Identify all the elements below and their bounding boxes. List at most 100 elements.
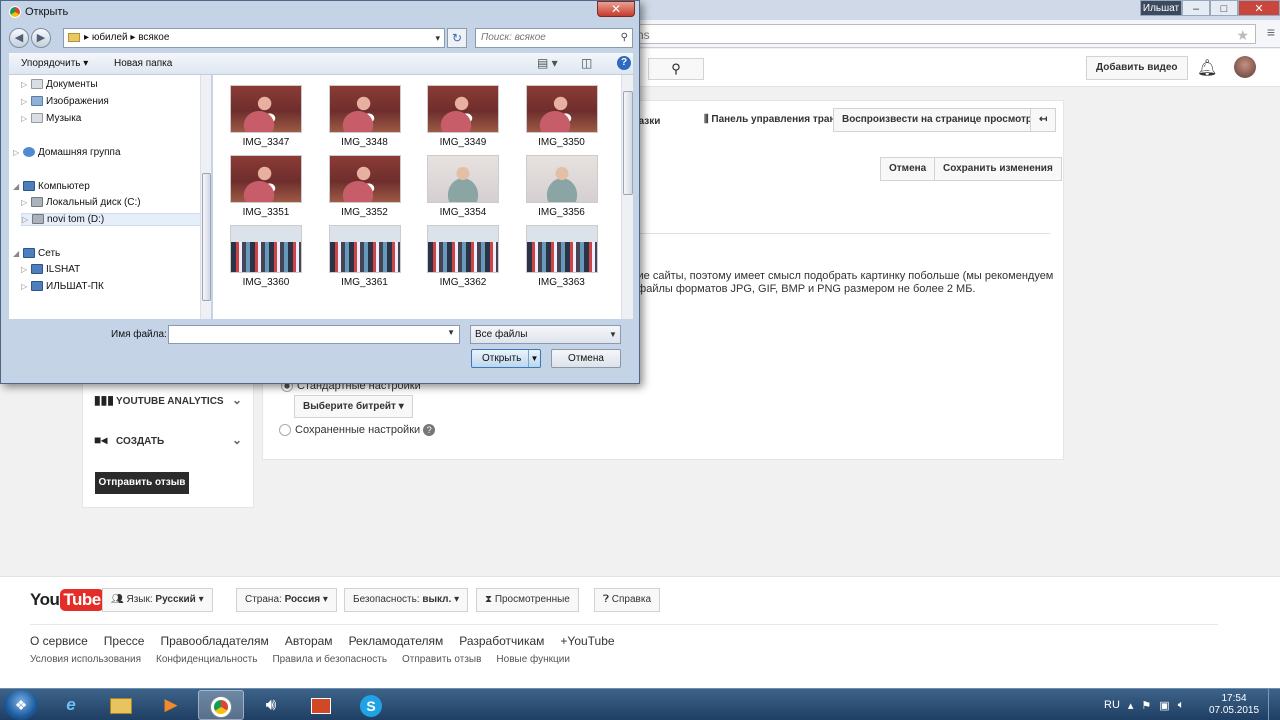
footer-link[interactable]: Отправить отзыв <box>402 654 481 665</box>
tree-item-drive-d[interactable]: ▷ novi tom (D:) <box>21 213 207 226</box>
footer-link[interactable]: Конфиденциальность <box>156 654 257 665</box>
file-item[interactable]: IMG_3350 <box>522 85 602 148</box>
ie-icon[interactable]: e <box>48 690 94 720</box>
presentation-icon[interactable] <box>298 690 344 720</box>
menu-icon[interactable]: ≡ <box>1267 24 1275 40</box>
footer-link[interactable]: Авторам <box>285 634 333 648</box>
tree-item-ilshat-pc[interactable]: ▷ ИЛЬШАТ-ПК <box>21 281 104 292</box>
language-button[interactable]: 👥︎ Язык: Русский ▾ <box>102 588 213 612</box>
save-changes-button[interactable]: Сохранить изменения <box>934 157 1062 181</box>
file-item[interactable]: IMG_3362 <box>423 225 503 288</box>
file-item[interactable]: IMG_3360 <box>226 225 306 288</box>
footer-link[interactable]: Условия использования <box>30 654 141 665</box>
cancel-button[interactable]: Отмена <box>880 157 936 181</box>
explorer-icon[interactable] <box>98 690 144 720</box>
footer-link[interactable]: Рекламодателям <box>349 634 444 648</box>
tree-item-documents[interactable]: ▷ Документы <box>21 79 98 90</box>
minimize-button[interactable]: – <box>1182 0 1210 16</box>
add-video-button[interactable]: Добавить видео <box>1086 56 1188 80</box>
footer-link[interactable]: Новые функции <box>496 654 570 665</box>
file-item[interactable]: IMG_3356 <box>522 155 602 218</box>
file-item[interactable]: IMG_3363 <box>522 225 602 288</box>
history-button[interactable]: ⧗ Просмотренные <box>476 588 579 612</box>
path-segment[interactable]: всякое <box>138 32 169 43</box>
view-icon[interactable]: ▤ ▾ <box>537 56 558 70</box>
dialog-address-bar[interactable]: ▸ юбилей ▸ всякое ▾ <box>63 28 445 48</box>
tree-item-pictures[interactable]: ▷ Изображения <box>21 96 109 107</box>
saved-settings-option[interactable]: Сохраненные настройки? <box>279 424 436 437</box>
footer-link[interactable]: +YouTube <box>560 634 614 648</box>
user-badge[interactable]: Ильшат <box>1140 0 1182 16</box>
split-dropdown-icon[interactable]: ▼ <box>528 350 540 367</box>
footer-link[interactable]: Правообладателям <box>160 634 268 648</box>
path-segment[interactable]: юбилей <box>92 32 128 43</box>
language-indicator[interactable]: RU <box>1104 699 1120 711</box>
youtube-logo[interactable]: You Tube <box>30 588 104 612</box>
tree-item-music[interactable]: ▷ Музыка <box>21 113 81 124</box>
filetype-select[interactable]: Все файлы ▼ <box>470 325 621 344</box>
back-button[interactable]: ↤ <box>1030 108 1056 132</box>
organize-button[interactable]: Упорядочить ▾ <box>21 58 88 69</box>
scrollbar-thumb[interactable] <box>202 173 211 301</box>
file-item[interactable]: IMG_3348 <box>325 85 405 148</box>
network-icon[interactable]: ▣ <box>1159 699 1169 712</box>
dashboard-tab[interactable]: ⫼ Панель управления тран <box>704 114 836 125</box>
sidebar-item-analytics[interactable]: ▮▮▮ YOUTUBE ANALYTICS ⌄ <box>94 393 242 407</box>
open-button[interactable]: Открыть ▼ <box>471 349 541 368</box>
file-item[interactable]: IMG_3347 <box>226 85 306 148</box>
file-scrollbar[interactable] <box>621 75 633 319</box>
start-button[interactable]: ❖ <box>4 690 38 720</box>
file-item[interactable]: IMG_3354 <box>423 155 503 218</box>
preview-pane-icon[interactable]: ◫ <box>581 56 592 70</box>
dialog-close-button[interactable]: ✕ <box>597 1 635 17</box>
file-item[interactable]: IMG_3361 <box>325 225 405 288</box>
help-icon[interactable]: ? <box>423 424 436 437</box>
clock[interactable]: 17:54 07.05.2015 <box>1208 693 1260 717</box>
back-nav-button[interactable]: ◀ <box>9 28 29 48</box>
footer-link[interactable]: Правила и безопасность <box>272 654 387 665</box>
help-button[interactable]: ❓︎ Справка <box>594 588 661 612</box>
tree-item-homegroup[interactable]: ▷ Домашняя группа <box>13 147 121 158</box>
file-item[interactable]: IMG_3352 <box>325 155 405 218</box>
media-player-icon[interactable]: ▶ <box>148 690 194 720</box>
sidebar-item-create[interactable]: ■◂ СОЗДАТЬ ⌄ <box>94 433 242 447</box>
show-desktop-button[interactable] <box>1268 689 1280 720</box>
dialog-cancel-button[interactable]: Отмена <box>551 349 621 368</box>
bitrate-select[interactable]: Выберите битрейт ▾ <box>294 395 413 418</box>
chevron-down-icon[interactable]: ▼ <box>447 328 455 337</box>
dialog-search-input[interactable]: Поиск: всякое ⚲ <box>475 28 633 48</box>
search-button[interactable]: ⚲ <box>648 58 704 80</box>
skype-icon[interactable]: S <box>348 690 394 720</box>
file-item[interactable]: IMG_3349 <box>423 85 503 148</box>
flag-icon[interactable]: ⚑ <box>1141 699 1151 712</box>
volume-icon[interactable]: 🔈︎ <box>1178 699 1185 712</box>
chevron-up-icon[interactable]: ▴ <box>1128 699 1134 712</box>
chevron-down-icon[interactable]: ▾ <box>435 29 440 47</box>
country-button[interactable]: Страна: Россия ▾ <box>236 588 337 612</box>
help-icon[interactable]: ? <box>617 56 631 70</box>
file-item[interactable]: IMG_3351 <box>226 155 306 218</box>
new-folder-button[interactable]: Новая папка <box>114 58 172 69</box>
tree-scrollbar[interactable] <box>200 75 211 319</box>
tree-item-ilshat[interactable]: ▷ ILSHAT <box>21 264 80 275</box>
avatar[interactable] <box>1234 56 1256 78</box>
speaker-icon[interactable]: 🔊︎ <box>248 690 294 720</box>
forward-nav-button[interactable]: ▶ <box>31 28 51 48</box>
address-bar[interactable]: ns ★ <box>630 24 1256 44</box>
saved-radio[interactable] <box>279 424 291 437</box>
filename-input[interactable]: ▼ <box>168 325 460 344</box>
footer-link[interactable]: О сервисе <box>30 634 88 648</box>
bell-icon[interactable]: 🔔︎ <box>1197 58 1217 78</box>
play-on-watch-button[interactable]: Воспроизвести на странице просмотра <box>833 108 1047 132</box>
bookmark-star-icon[interactable]: ★ <box>1236 27 1249 44</box>
close-window-button[interactable]: ✕ <box>1238 0 1280 16</box>
footer-link[interactable]: Разработчикам <box>459 634 544 648</box>
footer-link[interactable]: Прессе <box>104 634 145 648</box>
tree-item-drive-c[interactable]: ▷ Локальный диск (C:) <box>21 197 141 208</box>
scrollbar-thumb[interactable] <box>623 91 633 195</box>
chrome-icon[interactable] <box>198 690 244 720</box>
maximize-button[interactable]: □ <box>1210 0 1238 16</box>
tree-item-computer[interactable]: ◢ Компьютер <box>13 181 90 192</box>
refresh-button[interactable]: ↻ <box>447 28 467 48</box>
tree-item-network[interactable]: ◢ Сеть <box>13 248 60 259</box>
